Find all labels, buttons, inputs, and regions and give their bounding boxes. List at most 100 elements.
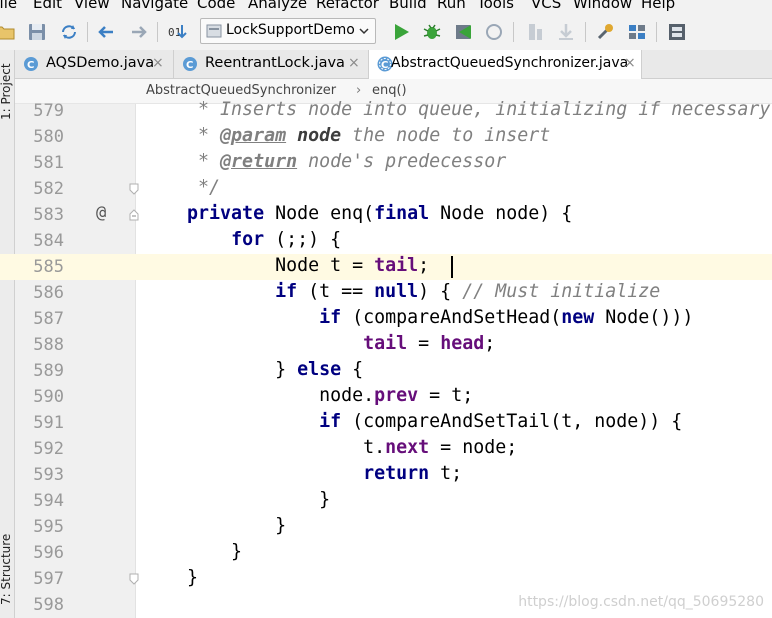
tab-label: AbstractQueuedSynchronizer.java <box>391 55 629 71</box>
menu-run[interactable]: Run <box>437 0 466 12</box>
code-text: } else { <box>143 359 364 380</box>
code-text: for (;;) { <box>231 229 342 250</box>
menu-navigate[interactable]: Navigate <box>121 0 188 12</box>
tab-aqsdemo[interactable]: C AQSDemo.java × <box>15 50 174 78</box>
line-number: 586 <box>33 283 64 303</box>
debug-icon[interactable] <box>421 21 443 43</box>
close-icon[interactable]: × <box>624 55 636 71</box>
menu-refactor[interactable]: Refactor <box>316 0 379 12</box>
tab-label: ReentrantLock.java <box>205 55 345 71</box>
svg-text:C: C <box>186 60 193 71</box>
code-line: 583 @ private Node enq(final Node node) … <box>0 202 772 228</box>
menu-analyze[interactable]: Analyze <box>248 0 307 12</box>
line-number: 587 <box>33 309 64 329</box>
run-config-label: LockSupportDemo <box>226 22 355 38</box>
line-number: 584 <box>33 231 64 251</box>
menu-build[interactable]: Build <box>389 0 427 12</box>
toolbar: 01 LockSupportDemo <box>0 14 772 51</box>
code-line: 584 for (;;) { <box>0 228 772 254</box>
line-number: 594 <box>33 491 64 511</box>
menu-window[interactable]: Window <box>573 0 632 12</box>
menu-vcs[interactable]: VCS <box>531 0 561 12</box>
svg-text:C: C <box>381 60 388 71</box>
settings-icon[interactable] <box>595 21 617 43</box>
line-number: 593 <box>33 465 64 485</box>
toolbar-separator <box>656 22 657 42</box>
code-line: 591 if (compareAndSetTail(t, node)) { <box>0 410 772 436</box>
code-text: if (compareAndSetHead(new Node())) <box>319 307 694 328</box>
editor-tab-bar: C AQSDemo.java × C ReentrantLock.java × … <box>15 50 772 79</box>
breadcrumb-class[interactable]: AbstractQueuedSynchronizer <box>146 83 336 98</box>
stop-icon[interactable] <box>524 21 546 43</box>
menu-help[interactable]: Help <box>641 0 675 12</box>
line-number: 592 <box>33 439 64 459</box>
code-line: 596 } <box>0 540 772 566</box>
close-icon[interactable]: × <box>348 55 360 71</box>
svg-text:01: 01 <box>168 26 181 39</box>
tab-abstractqueuedsynchronizer[interactable]: C AbstractQueuedSynchronizer.java × <box>369 50 642 79</box>
code-text: tail = head; <box>363 333 496 354</box>
code-text: * @return node's predecessor <box>143 151 507 172</box>
code-text: } <box>143 567 199 588</box>
line-number: 579 <box>33 101 64 121</box>
gradle-icon[interactable] <box>555 21 577 43</box>
coverage-icon[interactable] <box>452 21 474 43</box>
code-line: 595 } <box>0 514 772 540</box>
code-text: if (t == null) { // Must initialize <box>275 281 661 302</box>
line-number: 591 <box>33 413 64 433</box>
java-class-icon: C <box>24 57 38 71</box>
run-configuration-select[interactable]: LockSupportDemo <box>200 18 376 44</box>
profile-icon[interactable] <box>483 21 505 43</box>
code-text: } <box>143 489 331 510</box>
line-number: 581 <box>33 153 64 173</box>
menu-file[interactable]: File <box>0 0 17 12</box>
menu-view[interactable]: View <box>74 0 110 12</box>
close-icon[interactable]: × <box>152 55 164 71</box>
line-number: 582 <box>33 179 64 199</box>
code-line: 581 * @return node's predecessor <box>0 150 772 176</box>
code-line: 582 */ <box>0 176 772 202</box>
menu-edit[interactable]: Edit <box>33 0 62 12</box>
code-line: 579 * Inserts node into queue, initializ… <box>0 98 772 124</box>
code-line: 589 } else { <box>0 358 772 384</box>
fold-end-icon[interactable] <box>128 573 140 585</box>
fold-start-icon[interactable] <box>128 209 140 221</box>
code-line: 587 if (compareAndSetHead(new Node())) <box>0 306 772 332</box>
build-icon[interactable]: 01 <box>166 21 188 43</box>
menu-code[interactable]: Code <box>197 0 235 12</box>
code-text: } <box>143 515 287 536</box>
line-number: 590 <box>33 387 64 407</box>
code-line: 592 t.next = node; <box>0 436 772 462</box>
code-line: 594 } <box>0 488 772 514</box>
code-text: * Inserts node into queue, initializing … <box>143 99 772 120</box>
toolbar-separator <box>585 22 586 42</box>
code-text: private Node enq(final Node node) { <box>187 203 573 224</box>
line-number: 597 <box>33 569 64 589</box>
code-line: 593 return t; <box>0 462 772 488</box>
code-text: Node t = tail; <box>143 255 430 276</box>
breadcrumb-method[interactable]: enq() <box>372 83 407 98</box>
code-text: node.prev = t; <box>143 385 474 406</box>
forward-icon[interactable] <box>128 21 150 43</box>
back-icon[interactable] <box>95 21 117 43</box>
run-icon[interactable] <box>390 21 412 43</box>
sync-icon[interactable] <box>58 21 80 43</box>
save-icon[interactable] <box>26 21 48 43</box>
override-marker-icon[interactable]: @ <box>96 203 106 223</box>
menu-tools[interactable]: Tools <box>477 0 514 12</box>
breadcrumb-separator: › <box>356 83 362 98</box>
tab-label: AQSDemo.java <box>46 55 155 71</box>
code-text: if (compareAndSetTail(t, node)) { <box>319 411 683 432</box>
code-text: } <box>143 541 243 562</box>
code-line: 590 node.prev = t; <box>0 384 772 410</box>
folder-icon[interactable] <box>0 21 16 43</box>
structure-icon[interactable] <box>626 21 648 43</box>
toolbar-separator <box>157 22 158 42</box>
chevron-down-icon <box>359 28 369 35</box>
toolbar-separator <box>513 22 514 42</box>
fold-end-icon[interactable] <box>128 183 140 195</box>
code-text: */ <box>143 177 221 198</box>
tab-reentrantlock[interactable]: C ReentrantLock.java × <box>174 50 369 78</box>
code-text: * @param node the node to insert <box>143 125 551 146</box>
sdk-icon[interactable] <box>666 21 688 43</box>
